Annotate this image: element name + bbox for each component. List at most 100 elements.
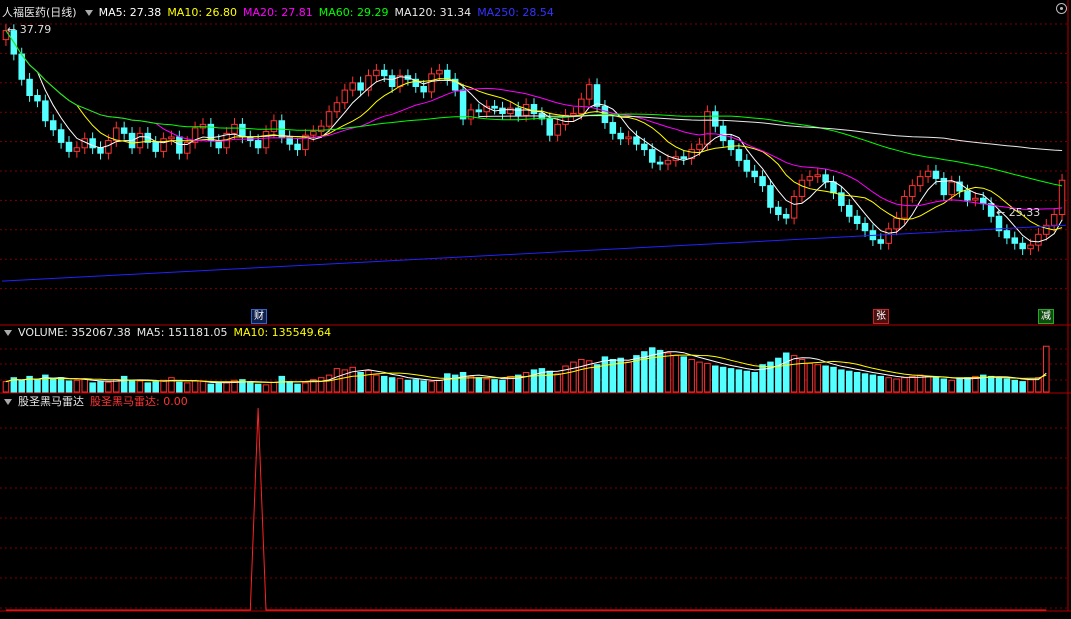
candle-body [830,181,837,194]
candle-body [136,132,144,149]
indicator-line [5,407,1047,611]
candle-body [727,140,735,151]
volume-bar [373,374,380,393]
candle-body [310,131,317,136]
candle-body [924,170,932,178]
marker-decrease[interactable]: 减 [1038,309,1054,324]
candle-body [570,113,577,116]
indicator-dropdown-icon[interactable] [4,398,12,405]
ma250-label: MA250: 28.54 [477,6,554,19]
volume-bar [262,384,270,393]
candle-body [1050,213,1058,226]
volume-bar [160,379,167,393]
candle-body [42,100,49,122]
volume-bar [49,378,57,393]
volume-bar [396,377,404,393]
candle-body [664,159,672,165]
volume-bar [105,381,112,393]
candle-body [609,122,617,134]
volume-bar [940,378,948,393]
candle-body [428,73,435,93]
candle-body [262,131,270,149]
volume-bar [522,372,530,393]
volume-bar [2,381,10,393]
volume-bar [593,364,601,393]
candle-body [34,95,41,102]
ma10-label: MA10: 26.80 [167,6,238,19]
candle-body [861,222,869,232]
volume-dropdown-icon[interactable] [4,329,12,336]
candle-body [73,147,81,152]
settings-icon[interactable] [1056,3,1067,14]
candle-body [1019,242,1026,250]
candle-body [436,69,443,75]
candle-body [617,132,624,140]
candle-body [57,129,65,143]
candle-body [546,118,554,136]
candle-body [160,138,167,152]
candle-body [767,185,774,208]
candle-body [420,85,427,93]
candle-body [1011,237,1019,244]
ma60-label: MA60: 29.29 [318,6,389,19]
stock-name[interactable]: 人福医药(日线) [2,6,77,19]
candle-body [254,140,262,149]
volume-bar [97,381,104,393]
candle-body [853,215,861,224]
volume-bar [412,379,420,393]
volume-bar [719,366,727,393]
volume-bar [428,381,435,393]
volume-bar [176,381,183,393]
volume-bar [491,379,498,393]
candle-body [530,104,538,115]
candle-body [775,206,782,215]
volume-bar [420,380,427,393]
volume-bar [1043,345,1050,393]
candle-body [806,176,814,181]
volume-bar [877,375,885,393]
candle-body [373,69,380,77]
volume-bar [830,366,837,393]
volume-bar [81,378,89,393]
volume-bar [578,359,585,393]
volume-bar [278,375,286,393]
candle-body [475,109,483,113]
volume-bar [948,379,955,393]
candle-body [743,159,751,172]
candle-body [901,195,908,219]
volume-bar [838,369,845,393]
volume-bar [909,375,916,393]
dropdown-icon[interactable] [84,9,93,16]
candle-body [1035,233,1042,246]
candle-body [885,228,892,244]
ma250-line [1,224,1067,282]
volume-bar [932,377,940,393]
volume-bar [987,375,995,393]
candle-body [341,89,349,104]
volume-bar [499,379,506,393]
volume-bar [365,370,372,393]
candle-body [499,107,506,115]
volume-bar [168,377,175,393]
volume-bar [1003,378,1011,393]
volume-bar [782,352,790,393]
candle-body [972,197,979,201]
indicator-name[interactable]: 股圣黑马雷达 [18,395,84,408]
candle-body [979,197,987,205]
candle-body [380,69,388,77]
volume-bar [554,373,561,393]
volume-bar [546,370,554,393]
candle-body [317,125,325,133]
volume-ma10-label: MA10: 135549.64 [233,326,332,339]
volume-bar [223,382,230,393]
candle-body [270,120,278,133]
candle-body [467,109,475,120]
candle-body [893,217,900,230]
volume-bar [530,369,538,393]
marker-financial[interactable]: 财 [251,309,267,324]
ma5-label: MA5: 27.38 [98,6,162,19]
marker-increase[interactable]: 张 [873,309,889,324]
price-header: 人福医药(日线) MA5: 27.38 MA10: 26.80 MA20: 27.81… [2,6,560,19]
candle-body [168,136,175,140]
k-line-chart[interactable] [0,0,1071,619]
